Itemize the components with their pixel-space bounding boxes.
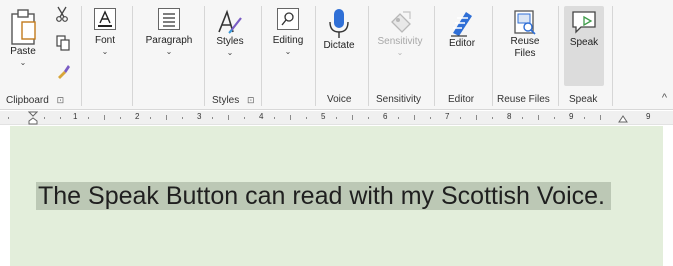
sensitivity-button[interactable]: Sensitivity ⌄	[372, 8, 428, 57]
group-separator	[204, 6, 205, 106]
ruler-number: 8	[507, 112, 512, 121]
group-separator	[492, 6, 493, 106]
ruler-number: 2	[135, 112, 140, 121]
selected-text[interactable]: The Speak Button can read with my Scotti…	[36, 182, 611, 210]
group-separator	[558, 6, 559, 106]
styles-button[interactable]: Styles ⌄	[211, 8, 249, 57]
format-painter-icon	[58, 65, 70, 79]
chevron-down-icon: ⌄	[101, 47, 109, 56]
horizontal-ruler: 1 2 3 4 5 6 7 8 9 9	[0, 111, 673, 125]
ruler-dot	[182, 117, 183, 119]
ruler-dot	[306, 117, 307, 119]
ruler-number: 5	[321, 112, 326, 121]
ruler-dot	[60, 117, 61, 119]
document-page[interactable]: The Speak Button can read with my Scotti…	[10, 126, 663, 266]
editor-button[interactable]: Editor	[441, 8, 483, 50]
ruler-number: 9	[646, 112, 651, 121]
group-separator	[434, 6, 435, 106]
chevron-down-icon: ⌄	[19, 58, 27, 67]
ruler-dot	[150, 117, 151, 119]
ruler-dot	[244, 117, 245, 119]
ruler-tick	[600, 115, 601, 120]
right-indent-marker-icon[interactable]	[618, 113, 628, 123]
microphone-icon	[329, 9, 349, 38]
group-label-editor: Editor	[448, 94, 475, 105]
dialog-launcher-icon[interactable]: ⊡	[57, 94, 65, 106]
ruler-dot	[398, 117, 399, 119]
ruler-number: 6	[383, 112, 388, 121]
ruler-dot	[460, 117, 461, 119]
left-indent-marker-icon[interactable]	[28, 111, 38, 125]
chevron-down-icon: ⌄	[226, 48, 234, 57]
group-separator	[315, 6, 316, 106]
speak-button[interactable]: Speak	[564, 6, 604, 86]
ribbon: Paste ⌄ Clipboard ⊡ Font ⌄ Paragraph ⌄ S…	[0, 0, 673, 110]
ruler-dot	[522, 117, 523, 119]
group-label-sensitivity: Sensitivity	[376, 94, 422, 105]
ruler-tick	[228, 115, 229, 120]
clipboard-paste-icon	[11, 9, 36, 45]
group-separator	[368, 6, 369, 106]
paste-button[interactable]: Paste ⌄	[6, 6, 40, 67]
group-separator	[261, 6, 262, 106]
ruler-dot	[368, 117, 369, 119]
ruler-tick	[352, 115, 353, 120]
collapse-ribbon-icon[interactable]: ^	[662, 92, 667, 104]
search-icon	[277, 8, 299, 30]
ruler-dot	[120, 117, 121, 119]
ruler-dot	[336, 117, 337, 119]
ruler-tick	[104, 115, 105, 120]
ruler-tick	[290, 115, 291, 120]
ruler-number: 1	[73, 112, 78, 121]
group-label-voice: Voice	[327, 94, 352, 105]
styles-icon	[218, 9, 242, 34]
font-icon	[94, 8, 116, 30]
editor-pen-icon	[451, 12, 472, 37]
ruler-dot	[584, 117, 585, 119]
ruler-dot	[492, 117, 493, 119]
ruler-dot	[44, 117, 45, 119]
ruler-tick	[476, 115, 477, 120]
ruler-number: 7	[445, 112, 450, 121]
copy-icon	[56, 35, 70, 51]
editing-button[interactable]: Editing ⌄	[268, 8, 308, 56]
group-label-styles: Styles ⊡	[212, 94, 255, 106]
copy-button[interactable]	[55, 35, 71, 51]
font-button[interactable]: Font ⌄	[90, 8, 120, 56]
reuse-files-icon	[514, 10, 536, 35]
sensitivity-label-icon	[391, 11, 411, 33]
group-separator	[612, 6, 613, 106]
group-label-clipboard: Clipboard ⊡	[6, 94, 65, 106]
dialog-launcher-icon[interactable]: ⊡	[247, 94, 255, 106]
format-painter-button[interactable]	[55, 63, 71, 79]
ruler-dot	[274, 117, 275, 119]
ruler-number: 3	[197, 112, 202, 121]
group-separator	[132, 6, 133, 106]
chevron-down-icon: ⌄	[284, 47, 292, 56]
speak-bubble-icon	[572, 11, 596, 34]
paragraph-button[interactable]: Paragraph ⌄	[141, 8, 197, 56]
cut-button[interactable]	[54, 6, 70, 22]
group-label-speak: Speak	[569, 94, 598, 105]
document-body-text[interactable]: The Speak Button can read with my Scotti…	[36, 181, 646, 212]
ruler-dot	[8, 117, 9, 119]
chevron-down-icon: ⌄	[396, 48, 404, 57]
ruler-number: 9	[569, 112, 574, 121]
ruler-dot	[88, 117, 89, 119]
ruler-dot	[212, 117, 213, 119]
scissors-icon	[56, 6, 68, 22]
group-label-reuse-files: Reuse Files	[497, 94, 550, 105]
group-separator	[81, 6, 82, 106]
paragraph-icon	[158, 8, 180, 30]
ruler-number: 4	[259, 112, 264, 121]
ruler-dot	[430, 117, 431, 119]
chevron-down-icon: ⌄	[165, 47, 173, 56]
ruler-tick	[166, 115, 167, 120]
reuse-files-button[interactable]: Reuse Files	[498, 8, 552, 60]
ruler-tick	[538, 115, 539, 120]
ruler-dot	[554, 117, 555, 119]
dictate-button[interactable]: Dictate	[319, 8, 359, 52]
ruler-tick	[414, 115, 415, 120]
